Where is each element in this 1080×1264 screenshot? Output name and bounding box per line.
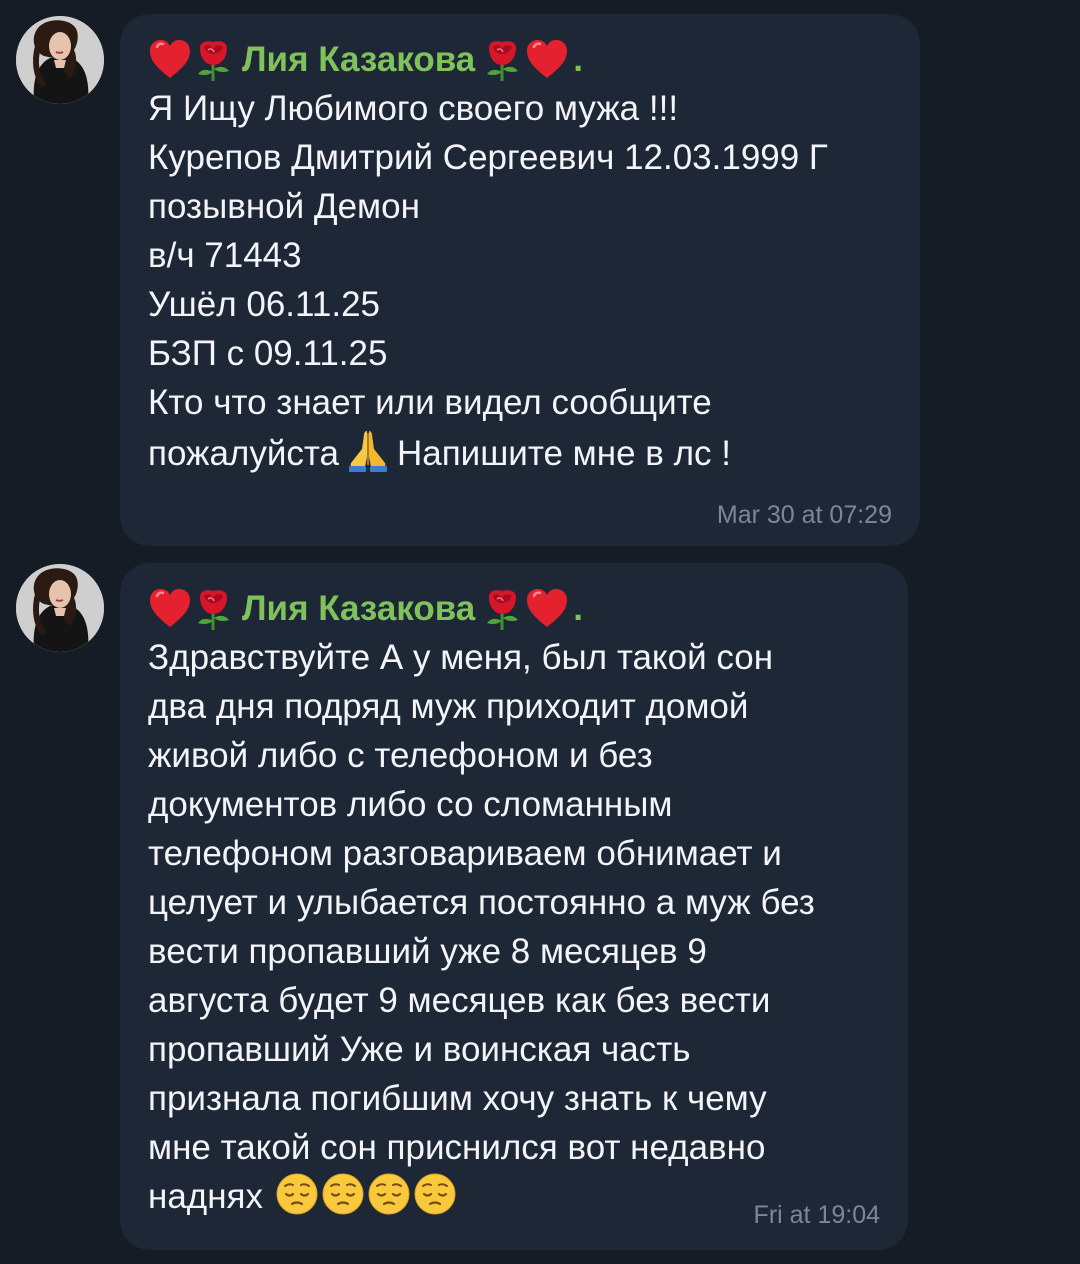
rose-emoji-icon: [192, 587, 236, 631]
heart-emoji-icon: [525, 38, 569, 82]
pensive-face-emoji-icon: [321, 1172, 365, 1216]
message-text: Я Ищу Любимого своего мужа !!! Курепов Д…: [148, 84, 892, 476]
message-line: Я Ищу Любимого своего мужа !!!: [148, 89, 679, 128]
message-bubble[interactable]: Лия Казакова . Я Ищу Любимого своего муж…: [120, 14, 920, 546]
rose-emoji-icon: [192, 38, 236, 82]
sender-name-row[interactable]: Лия Казакова .: [148, 36, 892, 84]
heart-emoji-icon: [525, 587, 569, 631]
message-line: в/ч 71443: [148, 236, 302, 275]
message-line: Курепов Дмитрий Сергеевич 12.03.1999 Г: [148, 138, 828, 177]
message-line: Кто что знает или видел сообщите: [148, 383, 712, 422]
message-text-fragment: Напишите мне в лс !: [396, 434, 731, 473]
message-line: два дня подряд муж приходит домой: [148, 687, 749, 726]
message-line-last: пожалуйста Напишите мне в лс !: [148, 427, 892, 476]
message-line: позывной Демон: [148, 187, 420, 226]
sender-name[interactable]: Лия Казакова: [242, 36, 475, 84]
pensive-face-emoji-icon: [413, 1172, 457, 1216]
pensive-face-emoji-icon: [275, 1172, 319, 1216]
message-text: Здравствуйте А у меня, был такой сон два…: [148, 633, 880, 1221]
sender-name-suffix: .: [573, 40, 583, 79]
message-line: Здравствуйте А у меня, был такой сон: [148, 638, 774, 677]
message-line: признала погибшим хочу знать к чему: [148, 1079, 767, 1118]
heart-emoji-icon: [148, 38, 192, 82]
message-line: живой либо с телефоном и без: [148, 736, 653, 775]
message-timestamp: Fri at 19:04: [753, 1201, 880, 1229]
sender-avatar[interactable]: [16, 16, 104, 104]
message-line: документов либо со сломанным: [148, 785, 673, 824]
heart-emoji-icon: [148, 587, 192, 631]
sender-name[interactable]: Лия Казакова: [242, 585, 475, 633]
sender-avatar[interactable]: [16, 564, 104, 652]
message-line: мне такой сон приснился вот недавно: [148, 1128, 766, 1167]
message-line: августа будет 9 месяцев как без вести: [148, 981, 771, 1020]
message-line: БЗП с 09.11.25: [148, 334, 388, 373]
message-bubble[interactable]: Лия Казакова . Здравствуйте А у меня, бы…: [120, 563, 908, 1250]
message-timestamp: Mar 30 at 07:29: [716, 501, 892, 529]
pensive-face-emoji-icon: [367, 1172, 411, 1216]
avatar-image: [16, 16, 104, 104]
message-line: Ушёл 06.11.25: [148, 285, 380, 324]
avatar-image: [16, 564, 104, 652]
message-line: пропавший Уже и воинская часть: [148, 1030, 691, 1069]
sender-name-suffix: .: [573, 589, 583, 628]
message-line: вести пропавший уже 8 месяцев 9: [148, 932, 707, 971]
message-text-fragment: пожалуйста: [148, 434, 339, 473]
sender-name-row[interactable]: Лия Казакова .: [148, 585, 880, 633]
rose-emoji-icon: [481, 587, 525, 631]
rose-emoji-icon: [481, 38, 525, 82]
message-text-fragment: наднях: [148, 1177, 263, 1216]
folded-hands-emoji-icon: [345, 427, 391, 473]
message-line: телефоном разговариваем обнимает и: [148, 834, 782, 873]
message-line: целует и улыбается постоянно а муж без: [148, 883, 815, 922]
